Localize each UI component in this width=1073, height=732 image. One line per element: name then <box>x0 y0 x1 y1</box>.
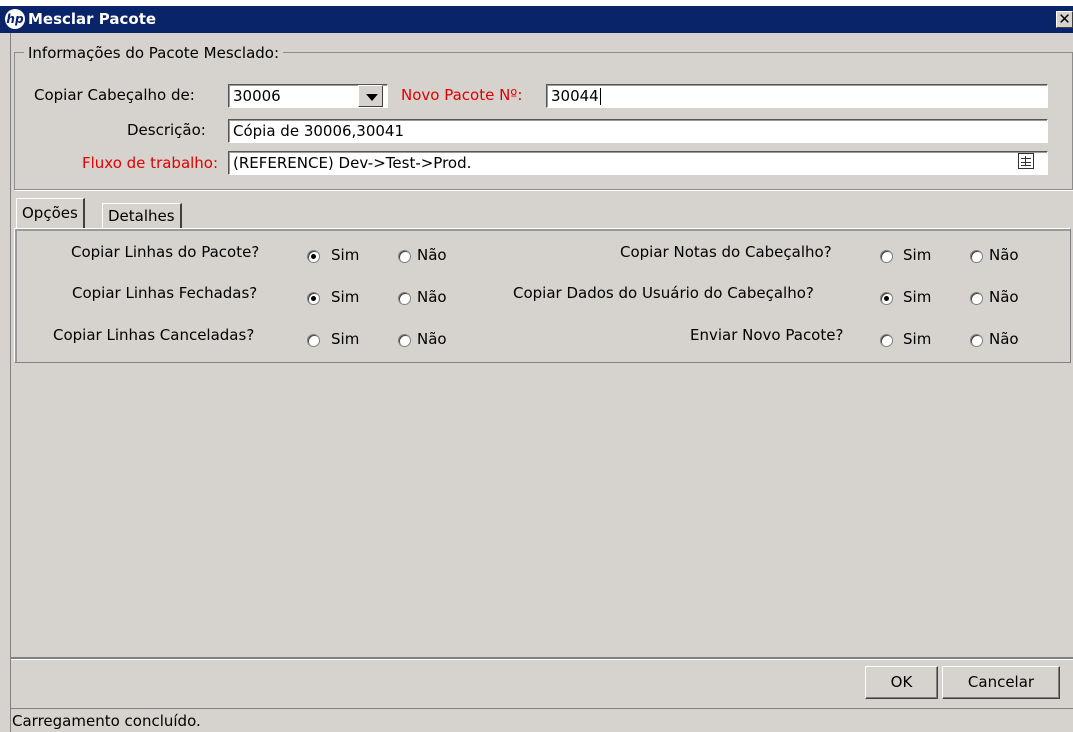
merge-package-dialog: hp Mesclar Pacote ✕ Informações do Pacot… <box>0 6 1073 732</box>
new-package-number-input[interactable]: 30044 <box>546 84 1048 108</box>
copy-header-notes-yes-radio[interactable] <box>880 250 893 263</box>
option-question-label: Copiar Dados do Usuário do Cabeçalho? <box>513 284 814 302</box>
copy-header-dropdown-button[interactable] <box>358 85 383 107</box>
no-label: Não <box>989 330 1019 348</box>
yes-label: Sim <box>903 330 932 348</box>
submit-new-package-yes-radio[interactable] <box>880 334 893 347</box>
option-question-label: Copiar Linhas Fechadas? <box>72 284 258 302</box>
table-lookup-icon[interactable] <box>1018 153 1034 169</box>
tab-detalhes-label: Detalhes <box>108 207 175 225</box>
copy-cancelled-lines-no-radio[interactable] <box>398 334 411 347</box>
yes-label: Sim <box>903 288 932 306</box>
yes-label: Sim <box>903 246 932 264</box>
copy-lines-yes-radio[interactable] <box>307 250 320 263</box>
new-package-label: Novo Pacote Nº: <box>401 86 523 104</box>
cancel-button[interactable]: Cancelar <box>942 666 1060 699</box>
copy-closed-lines-yes-radio[interactable] <box>307 292 320 305</box>
no-label: Não <box>417 288 447 306</box>
no-label: Não <box>989 246 1019 264</box>
no-label: Não <box>989 288 1019 306</box>
chevron-down-icon <box>366 94 378 101</box>
tab-opcoes[interactable]: Opções <box>16 198 85 229</box>
option-question-label: Copiar Notas do Cabeçalho? <box>620 243 832 261</box>
copy-header-value: 30006 <box>233 87 281 105</box>
group-title: Informações do Pacote Mesclado: <box>24 44 284 62</box>
window-title: Mesclar Pacote <box>28 10 157 28</box>
options-panel: Copiar Linhas do Pacote? Sim Não Copiar … <box>14 228 1071 363</box>
copy-lines-no-radio[interactable] <box>398 250 411 263</box>
option-question-label: Copiar Linhas Canceladas? <box>53 326 255 344</box>
option-question-label: Copiar Linhas do Pacote? <box>71 243 260 261</box>
yes-label: Sim <box>331 330 360 348</box>
tab-detalhes[interactable]: Detalhes <box>102 203 182 229</box>
no-label: Não <box>417 330 447 348</box>
button-area-divider <box>11 657 1073 660</box>
description-value: Cópia de 30006,30041 <box>233 122 405 140</box>
description-label: Descrição: <box>127 121 206 139</box>
submit-new-package-no-radio[interactable] <box>970 334 983 347</box>
copy-header-notes-no-radio[interactable] <box>970 250 983 263</box>
tab-opcoes-label: Opções <box>22 204 78 222</box>
copy-cancelled-lines-yes-radio[interactable] <box>307 334 320 347</box>
hp-logo-icon: hp <box>5 9 25 29</box>
close-button[interactable]: ✕ <box>1056 11 1073 28</box>
status-text: Carregamento concluído. <box>12 712 201 730</box>
copy-header-user-data-no-radio[interactable] <box>970 292 983 305</box>
workflow-label: Fluxo de trabalho: <box>82 154 219 172</box>
workflow-input[interactable]: (REFERENCE) Dev->Test->Prod. <box>228 151 1048 175</box>
new-package-value: 30044 <box>551 87 599 105</box>
copy-header-user-data-yes-radio[interactable] <box>880 292 893 305</box>
option-question-label: Enviar Novo Pacote? <box>690 326 844 344</box>
copy-header-label: Copiar Cabeçalho de: <box>34 86 195 104</box>
status-bar: Carregamento concluído. <box>10 708 1073 732</box>
copy-closed-lines-no-radio[interactable] <box>398 292 411 305</box>
yes-label: Sim <box>331 288 360 306</box>
text-caret <box>599 88 601 105</box>
no-label: Não <box>417 246 447 264</box>
window-left-edge <box>10 33 11 732</box>
description-input[interactable]: Cópia de 30006,30041 <box>228 119 1048 143</box>
title-bar[interactable]: hp Mesclar Pacote ✕ <box>0 6 1073 33</box>
yes-label: Sim <box>331 246 360 264</box>
workflow-value: (REFERENCE) Dev->Test->Prod. <box>233 154 472 172</box>
ok-button[interactable]: OK <box>865 666 938 699</box>
